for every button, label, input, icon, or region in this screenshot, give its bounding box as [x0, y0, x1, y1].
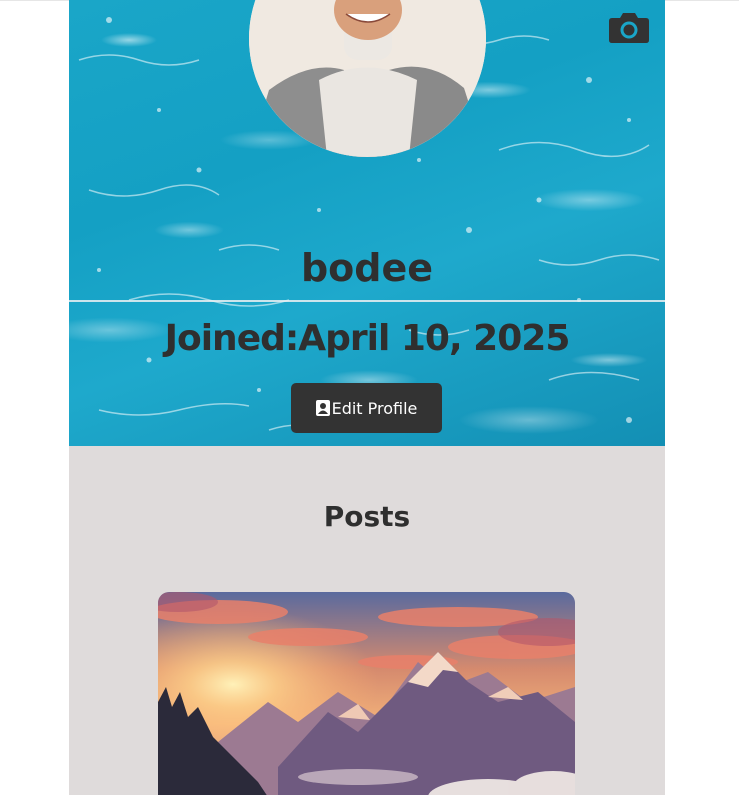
joined-date: April 10, 2025 [298, 318, 570, 359]
posts-heading: Posts [323, 500, 411, 533]
joined-label: Joined: [164, 318, 300, 359]
profile-page: bodee Joined:April 10, 2025 Edit Profile… [69, 0, 665, 795]
post-card[interactable] [158, 592, 575, 795]
profile-banner: bodee Joined:April 10, 2025 Edit Profile [69, 0, 665, 446]
joined-info: Joined:April 10, 2025 [69, 318, 665, 359]
username: bodee [300, 246, 434, 290]
posts-section: Posts [69, 446, 665, 795]
banner-divider [69, 300, 665, 302]
contact-card-icon [315, 400, 330, 416]
edit-profile-label: Edit Profile [331, 398, 418, 418]
edit-profile-button[interactable]: Edit Profile [291, 383, 442, 433]
camera-icon[interactable] [608, 10, 650, 44]
post-image [158, 592, 575, 795]
